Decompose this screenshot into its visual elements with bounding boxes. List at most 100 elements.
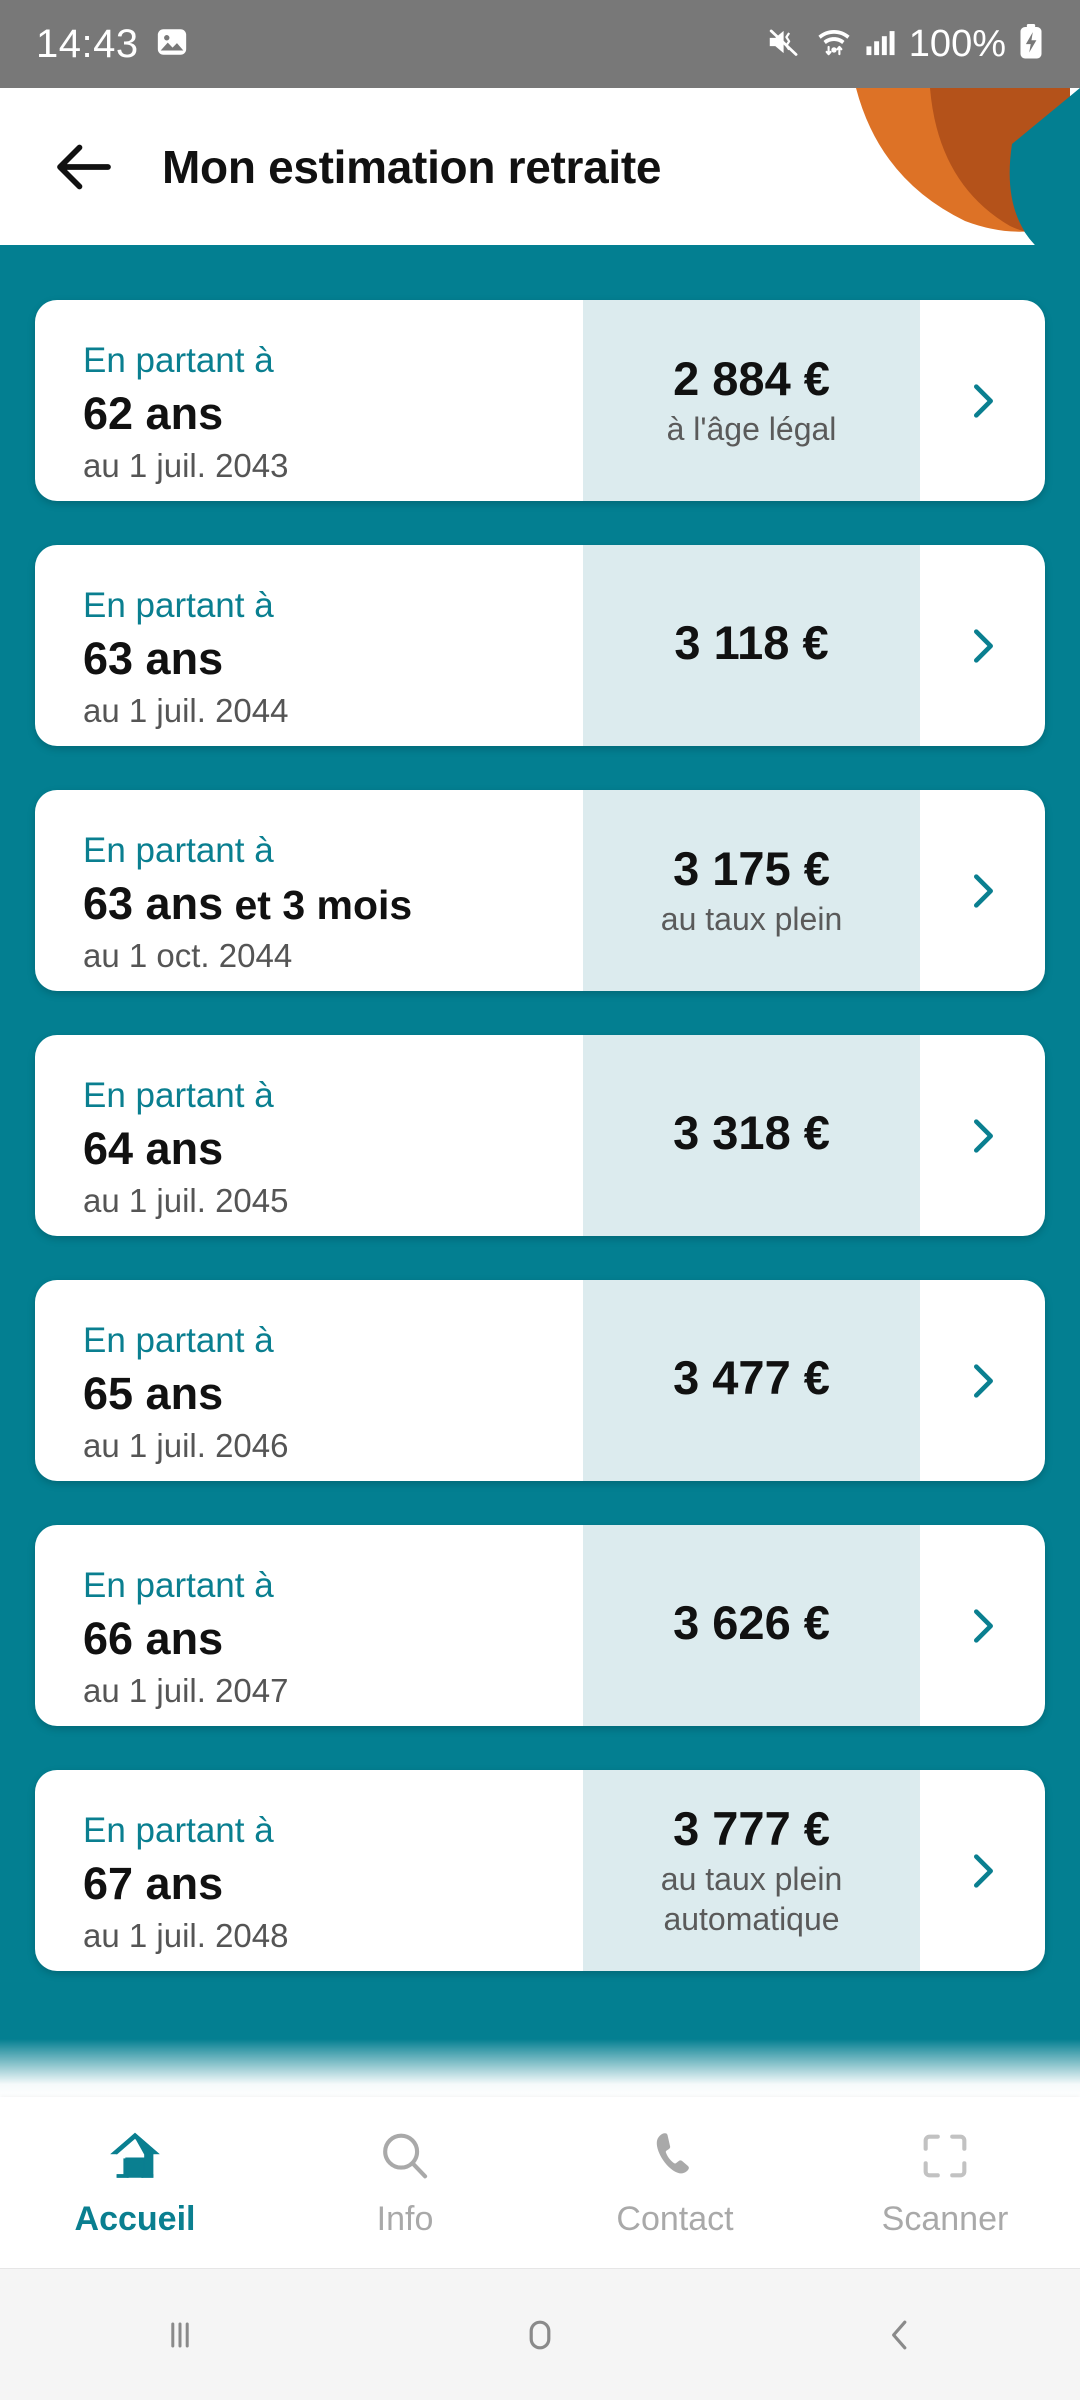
bottom-navigation-bar: Accueil Info Contact Scanner [0,2097,1080,2268]
card-date: au 1 juil. 2044 [83,691,289,729]
estimation-card[interactable]: En partant à 63 ans au 1 juil. 2044 3 11… [35,545,1045,746]
card-amount-note: au taux plein [660,901,843,937]
status-bar: 14:43 100% [0,0,1080,88]
card-chevron[interactable] [920,1280,1045,1481]
status-bar-clock: 14:43 [36,21,139,66]
scan-frame-icon [916,2127,974,2190]
card-amount-block: 3 118 € [583,545,920,746]
home-button[interactable] [360,2311,720,2359]
card-amount-value: 3 626 € [673,1596,830,1650]
nav-item-scanner[interactable]: Scanner [810,2127,1080,2239]
card-date: au 1 oct. 2044 [83,936,293,974]
card-amount-note: au taux plein automatique [660,1861,843,1937]
card-amount-value: 3 777 € [673,1802,830,1856]
card-date: au 1 juil. 2048 [83,1916,289,1954]
nav-item-contact[interactable]: Contact [540,2127,810,2239]
battery-percent-label: 100% [908,22,1006,65]
estimation-card-list[interactable]: En partant à 62 ans au 1 juil. 2043 2 88… [0,245,1080,2097]
card-age: 66 ans [83,1612,583,1666]
back-button[interactable] [720,2311,1080,2359]
card-left-info: En partant à 64 ans au 1 juil. 2045 [35,1035,583,1236]
estimation-card[interactable]: En partant à 62 ans au 1 juil. 2043 2 88… [35,300,1045,501]
card-left-info: En partant à 62 ans au 1 juil. 2043 [35,300,583,501]
search-icon [376,2127,434,2190]
card-date: au 1 juil. 2047 [83,1671,289,1709]
nav-label-accueil: Accueil [74,2199,196,2238]
estimation-card[interactable]: En partant à 64 ans au 1 juil. 2045 3 31… [35,1035,1045,1236]
card-amount-block: 3 318 € [583,1035,920,1236]
card-chevron[interactable] [920,545,1045,746]
card-age-years: 66 ans [83,1612,224,1664]
card-start-label: En partant à [83,1321,274,1361]
nav-item-accueil[interactable]: Accueil [0,2127,270,2239]
mute-vibrate-icon [767,26,803,63]
status-bar-left: 14:43 [36,22,189,67]
card-start-label: En partant à [83,1076,274,1116]
system-navigation-bar [0,2268,1080,2400]
nav-label-contact: Contact [616,2199,734,2238]
list-bottom-fade [0,2039,1080,2097]
card-chevron[interactable] [920,300,1045,501]
back-arrow-icon[interactable] [48,131,120,203]
card-amount-value: 3 118 € [674,616,829,670]
card-chevron[interactable] [920,1770,1045,1971]
card-age: 62 ans [83,387,583,441]
estimation-card[interactable]: En partant à 67 ans au 1 juil. 2048 3 77… [35,1770,1045,1971]
card-chevron[interactable] [920,1525,1045,1726]
card-amount-value: 3 477 € [673,1351,830,1405]
card-left-info: En partant à 63 ans au 1 juil. 2044 [35,545,583,746]
card-amount-value: 3 318 € [673,1106,830,1160]
card-left-info: En partant à 63 ans et 3 mois au 1 oct. … [35,790,583,991]
phone-icon [646,2127,704,2190]
card-start-label: En partant à [83,586,274,626]
status-bar-right: 100% [767,23,1044,66]
card-age-years: 63 ans [83,632,224,684]
wifi-icon [815,25,853,64]
card-start-label: En partant à [83,341,274,381]
card-amount-value: 3 175 € [673,841,830,895]
card-left-info: En partant à 65 ans au 1 juil. 2046 [35,1280,583,1481]
card-amount-block: 3 175 € au taux plein [583,790,920,991]
card-amount-block: 3 777 € au taux plein automatique [583,1770,920,1971]
card-amount-block: 3 477 € [583,1280,920,1481]
nav-label-scanner: Scanner [881,2199,1009,2238]
card-date: au 1 juil. 2045 [83,1181,289,1219]
card-left-info: En partant à 66 ans au 1 juil. 2047 [35,1525,583,1726]
card-amount-note: à l'âge légal [666,411,837,447]
nav-item-info[interactable]: Info [270,2127,540,2239]
card-age-years: 62 ans [83,387,224,439]
card-age-years: 65 ans [83,1367,224,1419]
card-age-months: et 3 mois [223,881,413,928]
battery-charging-icon [1018,23,1044,65]
card-age-years: 63 ans [83,877,224,929]
card-age: 64 ans [83,1122,583,1176]
card-age: 67 ans [83,1857,583,1911]
recents-button[interactable] [0,2311,360,2359]
page-title: Mon estimation retraite [162,140,662,193]
screenshot-icon [155,25,189,64]
estimation-card[interactable]: En partant à 63 ans et 3 mois au 1 oct. … [35,790,1045,991]
card-age: 63 ans et 3 mois [83,877,583,931]
header-bar: Mon estimation retraite [0,88,1080,245]
card-age-years: 64 ans [83,1122,224,1174]
card-start-label: En partant à [83,1566,274,1606]
card-amount-value: 2 884 € [673,351,830,405]
card-amount-block: 2 884 € à l'âge légal [583,300,920,501]
estimation-card[interactable]: En partant à 66 ans au 1 juil. 2047 3 62… [35,1525,1045,1726]
card-age-years: 67 ans [83,1857,224,1909]
card-date: au 1 juil. 2046 [83,1426,289,1464]
card-left-info: En partant à 67 ans au 1 juil. 2048 [35,1770,583,1971]
card-start-label: En partant à [83,1811,274,1851]
card-age: 63 ans [83,632,583,686]
estimation-card[interactable]: En partant à 65 ans au 1 juil. 2046 3 47… [35,1280,1045,1481]
card-age: 65 ans [83,1367,583,1421]
card-start-label: En partant à [83,831,274,871]
card-chevron[interactable] [920,790,1045,991]
signal-icon [865,27,897,62]
app-header: Mon estimation retraite [0,88,1080,245]
home-icon [106,2127,164,2190]
card-amount-block: 3 626 € [583,1525,920,1726]
card-date: au 1 juil. 2043 [83,446,289,484]
nav-label-info: Info [376,2199,434,2238]
card-chevron[interactable] [920,1035,1045,1236]
